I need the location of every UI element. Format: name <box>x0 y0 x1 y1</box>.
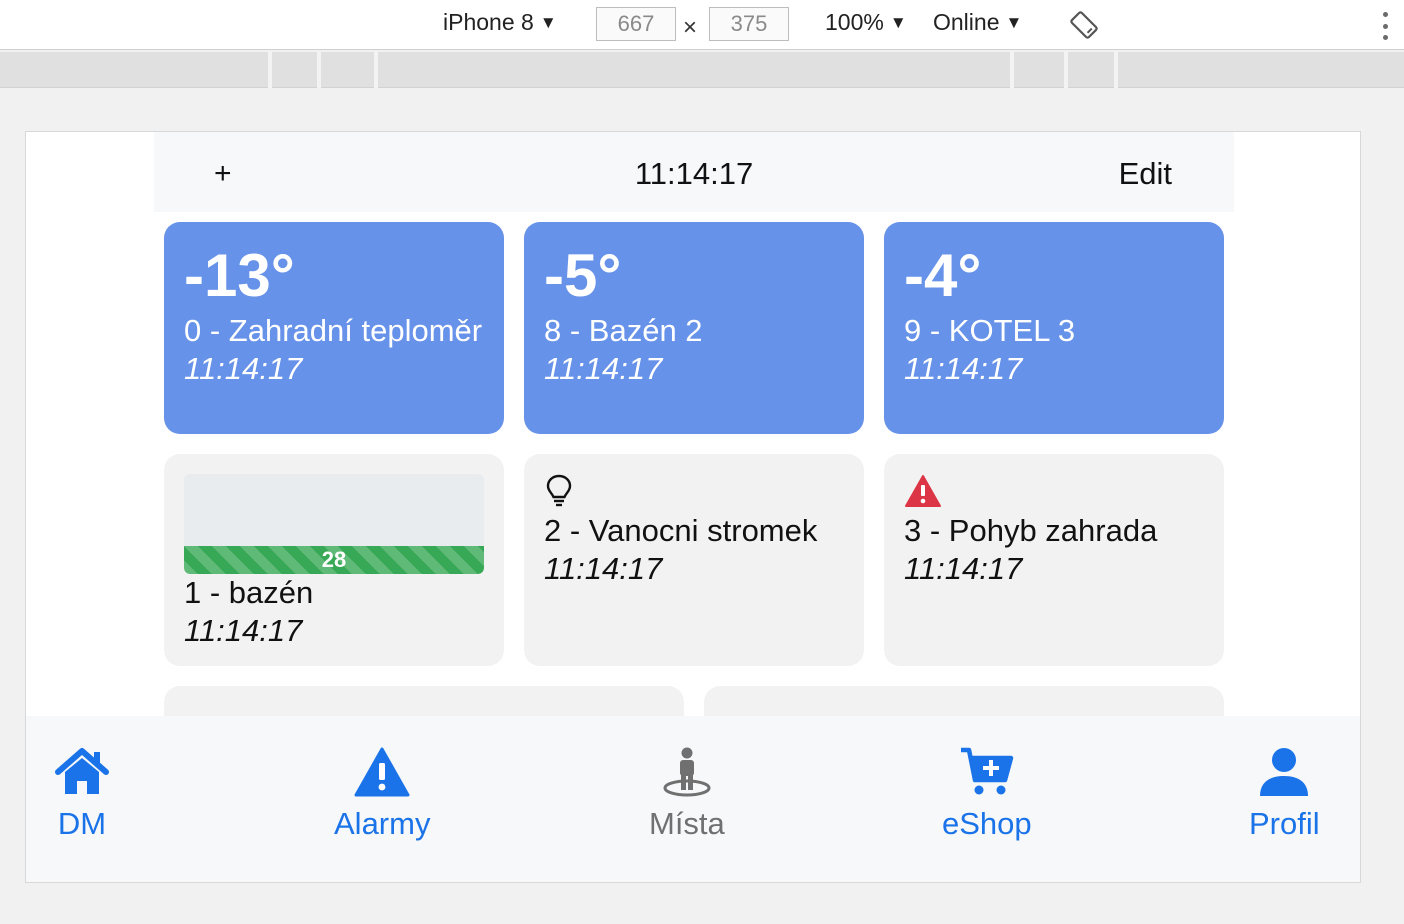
device-label: iPhone 8 <box>443 9 534 35</box>
device-select[interactable]: iPhone 8 ▼ <box>443 9 557 36</box>
sensor-name: 2 - Vanocni stromek <box>544 513 818 548</box>
temperature-value: -13° <box>184 242 295 309</box>
device-viewport: + 11:14:17 Edit -13° 0 - Zahradní teplom… <box>25 131 1361 883</box>
zoom-select[interactable]: 100% ▼ <box>825 9 907 36</box>
nav-label: eShop <box>942 806 1032 841</box>
height-input[interactable]: 375 <box>709 7 789 41</box>
media-query-ruler <box>0 52 1404 88</box>
sensor-card[interactable]: -5° 8 - Bazén 2 11:14:17 <box>524 222 864 434</box>
sensor-name: 9 - KOTEL 3 <box>904 313 1076 348</box>
nav-item-profil[interactable]: Profil <box>1249 746 1320 842</box>
sensor-card[interactable]: 28 1 - bazén 11:14:17 <box>164 454 504 666</box>
temperature-value: -4° <box>904 242 982 309</box>
sensor-name: 8 - Bazén 2 <box>544 313 703 348</box>
sensor-time: 11:14:17 <box>904 351 1023 386</box>
chevron-down-icon: ▼ <box>889 12 907 32</box>
dimension-separator: × <box>683 14 698 41</box>
home-icon <box>55 748 109 794</box>
nav-item-mista[interactable]: Místa <box>649 746 725 842</box>
nav-label: Alarmy <box>334 806 431 841</box>
nav-item-dm[interactable]: DM <box>54 746 110 842</box>
sensor-card[interactable]: 3 - Pohyb zahrada 11:14:17 <box>884 454 1224 666</box>
chevron-down-icon: ▼ <box>539 12 557 32</box>
chevron-down-icon: ▼ <box>1005 12 1023 32</box>
warning-icon <box>905 475 941 507</box>
nav-label: DM <box>57 806 107 841</box>
sensor-name: 1 - bazén <box>184 575 314 610</box>
network-label: Online <box>933 9 1000 35</box>
level-progress-bar: 28 <box>184 474 484 574</box>
sensor-name: 3 - Pohyb zahrada <box>904 513 1158 548</box>
sensor-time: 11:14:17 <box>184 613 303 648</box>
cart-plus-icon <box>960 747 1014 795</box>
sensor-card[interactable]: -13° 0 - Zahradní teploměr 11:14:17 <box>164 222 504 434</box>
nav-label: Profil <box>1249 806 1320 841</box>
user-icon <box>1260 748 1309 796</box>
progress-fill: 28 <box>184 546 484 574</box>
app-header: + 11:14:17 Edit <box>154 132 1234 212</box>
network-select[interactable]: Online ▼ <box>933 9 1022 36</box>
sensor-name: 0 - Zahradní teploměr <box>184 313 483 348</box>
devtools-toolbar: iPhone 8 ▼ 667 × 375 100% ▼ Online ▼ <box>0 0 1404 50</box>
rotate-icon[interactable] <box>1068 9 1100 41</box>
sensor-time: 11:14:17 <box>184 351 303 386</box>
temperature-value: -5° <box>544 242 622 309</box>
sensor-card[interactable]: 2 - Vanocni stromek 11:14:17 <box>524 454 864 666</box>
person-location-icon <box>663 747 711 797</box>
nav-label: Místa <box>649 806 725 841</box>
sensor-time: 11:14:17 <box>544 351 663 386</box>
zoom-label: 100% <box>825 9 884 35</box>
nav-item-alarmy[interactable]: Alarmy <box>334 746 430 842</box>
sensor-card[interactable]: -4° 9 - KOTEL 3 11:14:17 <box>884 222 1224 434</box>
bottom-nav: DM Alarmy Místa eShop Profil <box>26 716 1360 882</box>
sensor-time: 11:14:17 <box>544 551 663 586</box>
width-input[interactable]: 667 <box>596 7 676 41</box>
nav-item-eshop[interactable]: eShop <box>942 746 1032 842</box>
more-options-icon[interactable] <box>1380 12 1390 40</box>
sensor-time: 11:14:17 <box>904 551 1023 586</box>
warning-icon <box>354 747 410 797</box>
lightbulb-icon <box>546 474 572 507</box>
header-time: 11:14:17 <box>634 156 754 191</box>
edit-button[interactable]: Edit <box>1119 156 1172 192</box>
